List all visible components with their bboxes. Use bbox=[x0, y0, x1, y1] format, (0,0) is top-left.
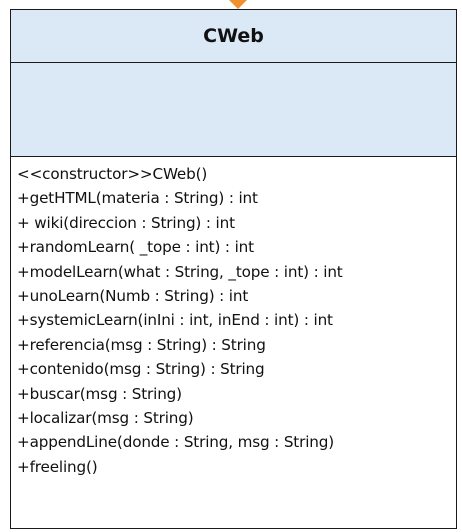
operations-compartment: <<constructor>>CWeb() +getHTML(materia :… bbox=[11, 157, 456, 480]
operation-constructor: <<constructor>>CWeb() bbox=[17, 165, 208, 183]
operation-modellearn: +modelLearn(what : String, _tope : int) … bbox=[17, 262, 343, 281]
operation-appendline: +appendLine(donde : String, msg : String… bbox=[17, 433, 335, 452]
operation-referencia: +referencia(msg : String) : String bbox=[17, 335, 266, 354]
operation-contenido: +contenido(msg : String) : String bbox=[17, 360, 265, 379]
operation-systemiclearn: +systemicLearn(inIni : int, inEnd : int)… bbox=[17, 311, 333, 330]
operation-localizar: +localizar(msg : String) bbox=[17, 408, 194, 427]
connector-arrowhead bbox=[229, 0, 247, 9]
class-name-compartment: CWeb bbox=[11, 10, 456, 63]
uml-class-box[interactable]: CWeb <<constructor>>CWeb() +getHTML(mate… bbox=[10, 9, 457, 529]
operation-freeling: +freeling() bbox=[17, 457, 98, 476]
diagram-canvas: CWeb <<constructor>>CWeb() +getHTML(mate… bbox=[0, 0, 462, 532]
operation-randomlearn: +randomLearn( _tope : int) : int bbox=[17, 238, 254, 257]
attributes-compartment bbox=[11, 63, 456, 157]
operation-buscar: +buscar(msg : String) bbox=[17, 384, 182, 403]
operation-gethtml: +getHTML(materia : String) : int bbox=[17, 189, 258, 208]
class-name: CWeb bbox=[203, 25, 264, 47]
operation-wiki: + wiki(direccion : String) : int bbox=[17, 213, 235, 232]
operation-unolearn: +unoLearn(Numb : String) : int bbox=[17, 286, 249, 305]
